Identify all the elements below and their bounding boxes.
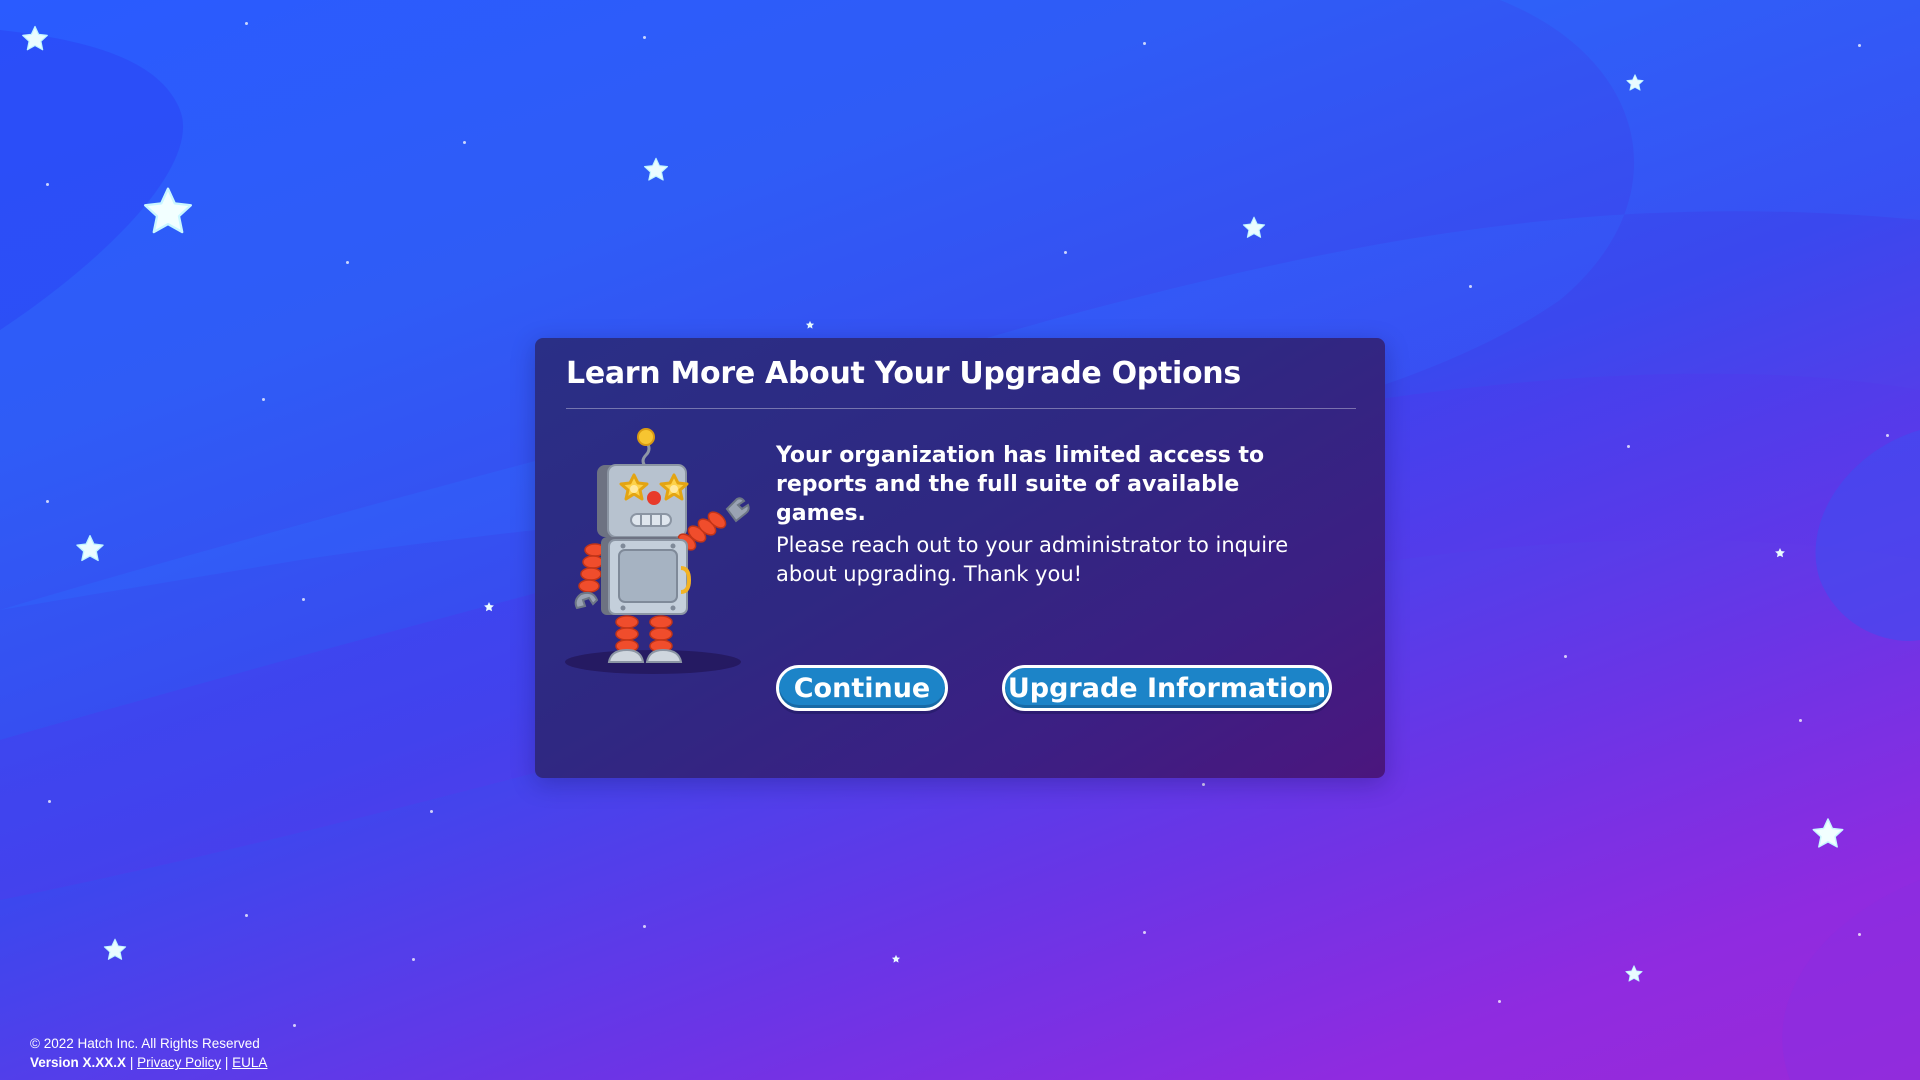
star-dot	[1469, 285, 1472, 288]
star-icon	[1242, 216, 1266, 238]
star-icon	[103, 938, 127, 960]
star-dot	[46, 500, 49, 503]
access-limited-message: Your organization has limited access to …	[776, 443, 1265, 526]
upgrade-information-button[interactable]: Upgrade Information	[1002, 665, 1332, 711]
footer-separator: |	[129, 1055, 134, 1070]
star-dot	[346, 261, 349, 264]
star-dot	[1799, 719, 1802, 722]
star-dot	[1564, 655, 1567, 658]
star-icon	[143, 187, 193, 234]
star-dot	[1202, 783, 1205, 786]
star-dot	[1143, 931, 1146, 934]
footer-links-row: Version X.XX.X | Privacy Policy | EULA	[30, 1053, 267, 1072]
star-dot	[302, 598, 305, 601]
star-icon	[1626, 74, 1644, 91]
star-dot	[643, 36, 646, 39]
star-dot	[1858, 44, 1861, 47]
star-dot	[1886, 434, 1889, 437]
star-icon	[1625, 965, 1643, 982]
copyright-text: © 2022 Hatch Inc. All Rights Reserved	[30, 1036, 260, 1051]
star-dot	[463, 141, 466, 144]
title-divider	[566, 408, 1356, 409]
footer: © 2022 Hatch Inc. All Rights Reserved Ve…	[30, 1034, 267, 1072]
star-dot	[1064, 251, 1067, 254]
app-background: Learn More About Your Upgrade Options Yo…	[0, 0, 1920, 1080]
privacy-policy-link[interactable]: Privacy Policy	[137, 1055, 221, 1070]
star-dot	[430, 810, 433, 813]
star-dot	[262, 398, 265, 401]
star-icon	[1812, 818, 1844, 848]
star-dot	[1627, 445, 1630, 448]
star-dot	[1498, 1000, 1501, 1003]
star-dot	[1858, 933, 1861, 936]
robot-mascot-illustration	[565, 428, 750, 674]
star-dot	[48, 800, 51, 803]
star-dot	[643, 925, 646, 928]
star-icon	[805, 320, 815, 329]
version-text: Version X.XX.X	[30, 1055, 127, 1070]
star-icon	[1775, 548, 1785, 558]
star-dot	[245, 22, 248, 25]
star-icon	[22, 25, 48, 51]
star-icon	[643, 157, 669, 181]
upgrade-dialog: Learn More About Your Upgrade Options Yo…	[535, 338, 1385, 778]
dialog-title: Learn More About Your Upgrade Options	[566, 356, 1241, 391]
contact-admin-message: Please reach out to your administrator t…	[776, 533, 1289, 586]
eula-link[interactable]: EULA	[232, 1055, 267, 1070]
footer-separator: |	[224, 1055, 229, 1070]
star-dot	[293, 1024, 296, 1027]
star-icon	[484, 602, 494, 612]
star-dot	[245, 914, 248, 917]
continue-button[interactable]: Continue	[776, 665, 948, 711]
star-icon	[891, 954, 901, 963]
star-dot	[46, 183, 49, 186]
star-dot	[412, 958, 415, 961]
star-icon	[76, 535, 104, 562]
star-dot	[1143, 42, 1146, 45]
